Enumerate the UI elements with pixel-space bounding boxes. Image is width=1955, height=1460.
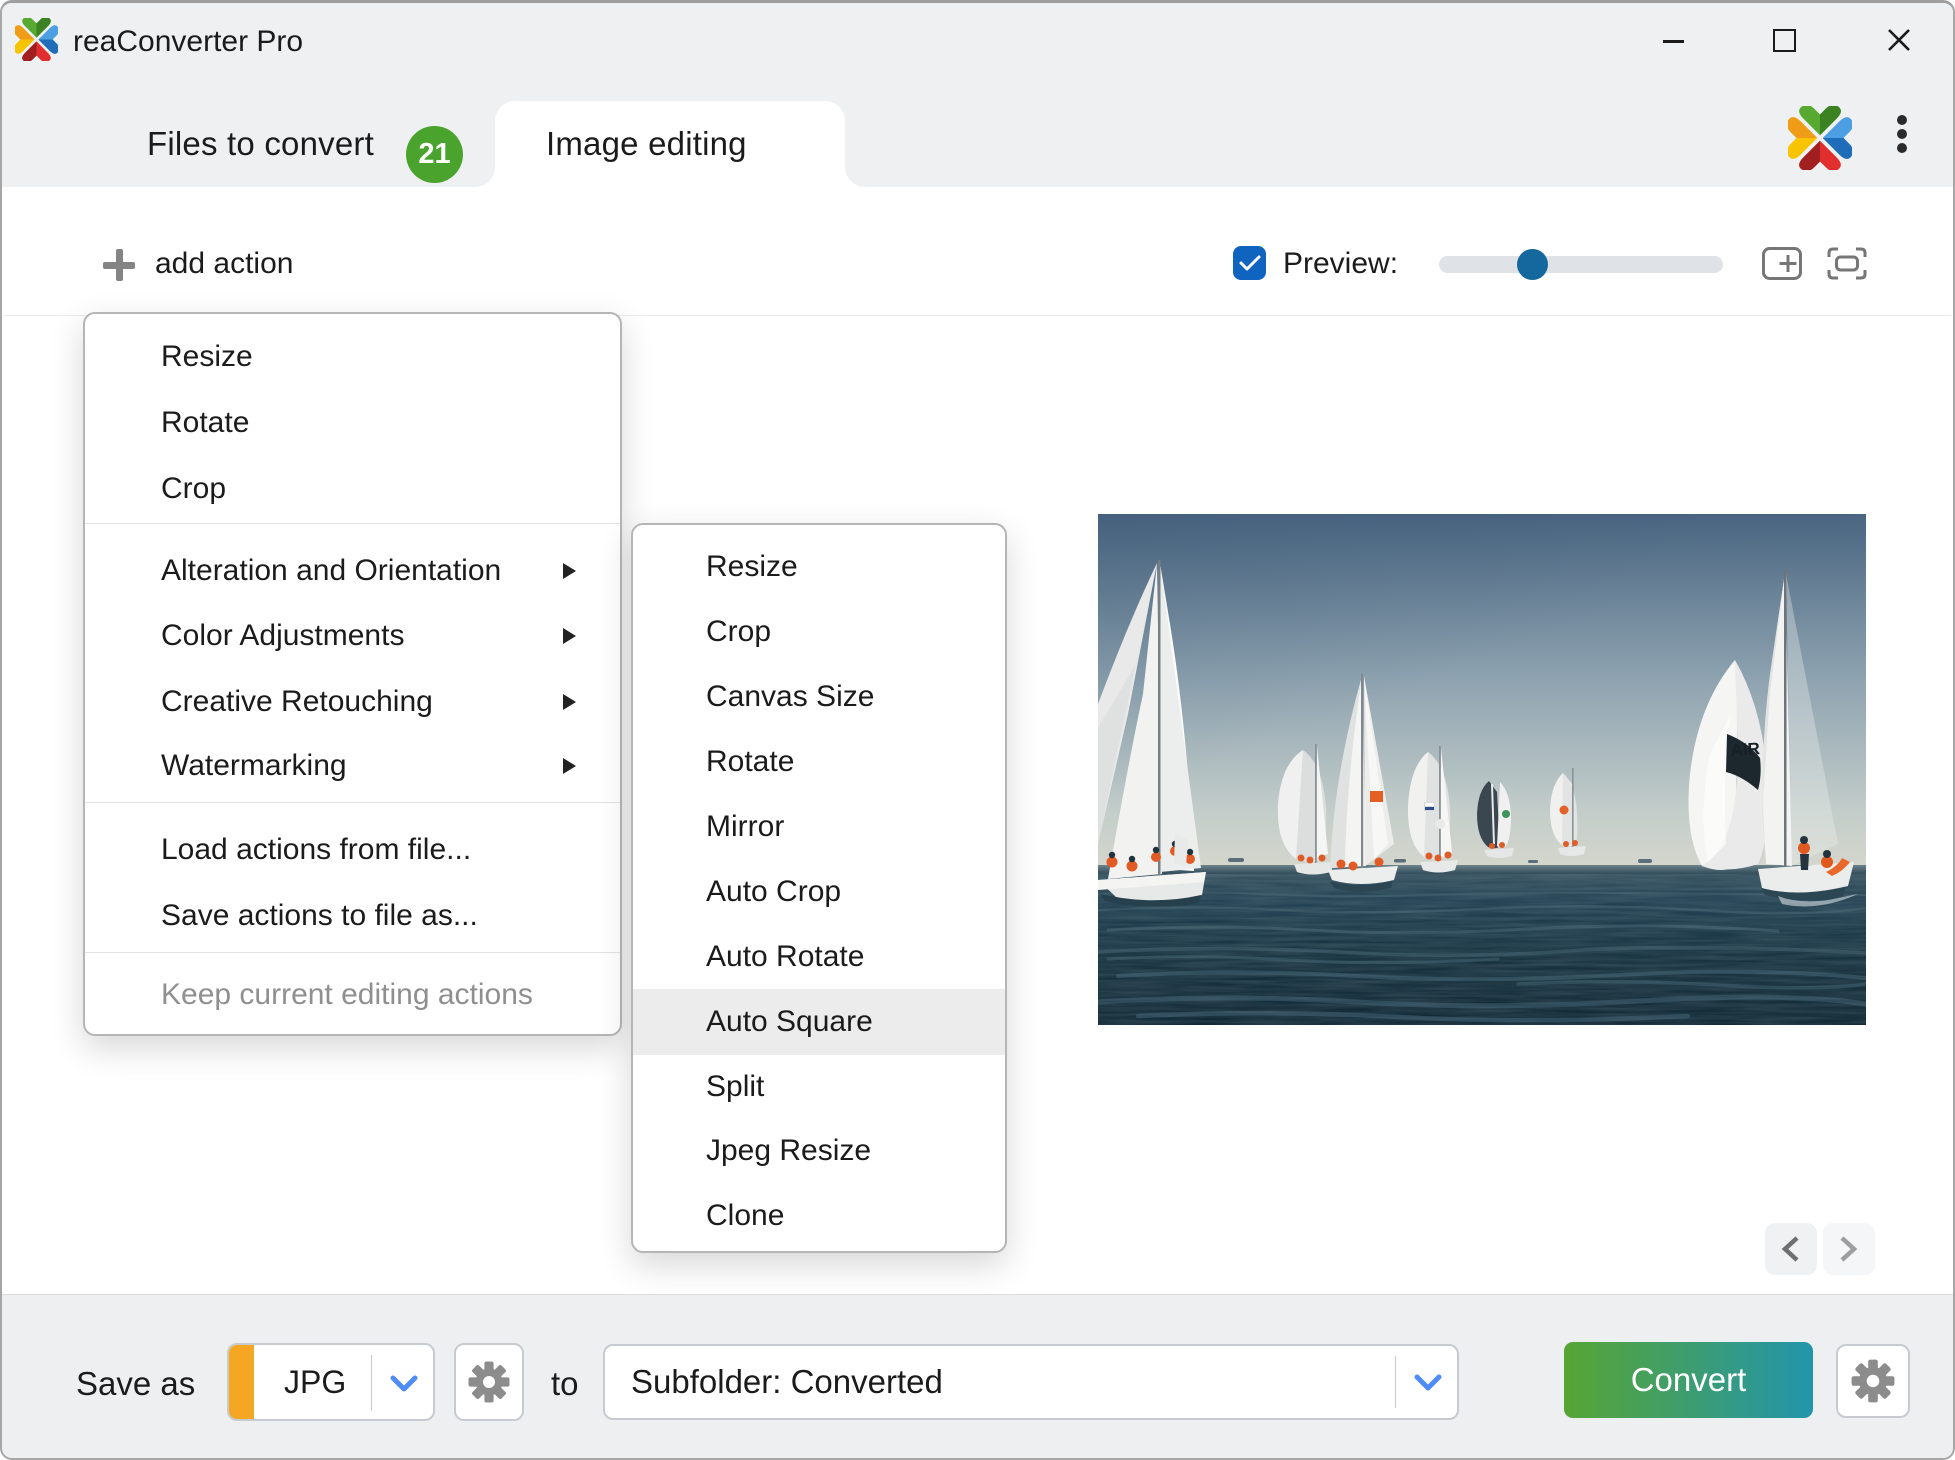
svg-text:A﻿IR: A﻿IR xyxy=(1730,739,1761,760)
